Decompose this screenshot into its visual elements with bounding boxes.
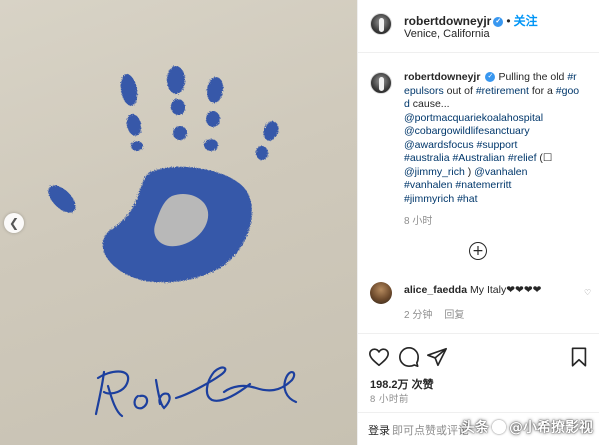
watermark-badge-icon <box>492 420 506 434</box>
caption-text-segment: cause... <box>412 98 450 110</box>
caption-text-segment: (☐ <box>539 152 553 164</box>
comment-body: alice_faedda My Italy❤❤❤❤ <box>404 284 584 296</box>
caption-tag-link[interactable]: @cobargowildlifesanctuary <box>404 125 530 137</box>
post-time[interactable]: 8 小时前 <box>370 391 409 405</box>
caption-tag-link[interactable]: #Australian <box>452 152 505 164</box>
reply-button[interactable]: 回复 <box>444 310 464 321</box>
caption-tag-link[interactable]: #australia <box>404 152 450 164</box>
caption-tag-link[interactable]: #hat <box>457 193 477 205</box>
comment-text: My Italy❤❤❤❤ <box>470 284 542 296</box>
action-icons <box>368 346 590 368</box>
separator-dot: • <box>506 14 511 28</box>
comment-like-icon[interactable]: ♡ <box>584 288 591 297</box>
load-more-comments-button[interactable]: + <box>469 242 487 260</box>
caption-tag-link[interactable]: @jimmy_rich <box>404 166 465 178</box>
comment-username[interactable]: alice_faedda <box>404 284 467 296</box>
caption-text-segment: ) <box>464 165 475 178</box>
caption-tag-link[interactable]: #relief <box>508 152 537 164</box>
caption-tag-link[interactable]: #jimmyrich <box>404 193 454 205</box>
follow-button[interactable]: 关注 <box>514 14 538 28</box>
caption-tag-link[interactable]: @vanhalen <box>474 166 527 178</box>
chevron-left-icon[interactable]: ❮ <box>4 213 24 233</box>
verified-badge-icon: ✓ <box>485 72 496 83</box>
caption-username[interactable]: robertdowneyjr <box>404 71 480 83</box>
share-icon[interactable] <box>426 346 448 368</box>
caption-tag-link[interactable]: #vanhalen <box>404 179 452 191</box>
bookmark-icon[interactable] <box>568 346 590 368</box>
handprint <box>48 66 279 283</box>
comment-meta: 2 分钟 回复 <box>404 306 464 321</box>
login-link[interactable]: 登录 <box>368 422 390 438</box>
caption-tag-link[interactable]: #support <box>477 139 518 151</box>
comment-time: 2 分钟 <box>404 310 433 321</box>
avatar[interactable] <box>370 72 392 94</box>
header-user-line: robertdowneyjr ✓ • 关注 <box>404 12 538 29</box>
caption-text-segment: for a <box>528 84 556 97</box>
username-link[interactable]: robertdowneyjr <box>404 14 491 28</box>
post-header: robertdowneyjr ✓ • 关注 Venice, California <box>358 0 599 53</box>
watermark: 头条 @小希撩影视 <box>461 417 593 437</box>
caption-time: 8 小时 <box>404 216 433 227</box>
caption-text-segment: out of <box>443 84 476 97</box>
watermark-handle: @小希撩影视 <box>509 420 593 436</box>
avatar[interactable] <box>370 13 392 35</box>
verified-badge-icon: ✓ <box>493 16 504 27</box>
caption-tag-link[interactable]: @portmacquariekoalahospital <box>404 112 543 124</box>
like-count[interactable]: 198.2万 次赞 <box>370 376 434 392</box>
signature-scribble <box>94 366 298 418</box>
caption-tag-link[interactable]: #retirement <box>476 85 529 97</box>
caption-tag-link[interactable]: #natemerritt <box>455 179 511 191</box>
avatar[interactable] <box>370 282 392 304</box>
heart-icon[interactable] <box>368 346 390 368</box>
caption-text-segment: Pulling the old <box>498 71 568 83</box>
watermark-prefix: 头条 <box>461 420 489 436</box>
location-link[interactable]: Venice, California <box>404 28 490 40</box>
login-prompt-text: 即可点赞或评论 <box>392 425 469 437</box>
post-photo[interactable]: ❮ <box>0 0 357 445</box>
caption-text: robertdowneyjr ✓ Pulling the old #repulsor… <box>404 71 580 206</box>
handprint-image <box>48 66 298 418</box>
post-side-panel: robertdowneyjr ✓ • 关注 Venice, California ro… <box>357 0 599 445</box>
plus-circle-icon: + <box>472 243 484 259</box>
comment-icon[interactable] <box>398 346 420 368</box>
caption-tag-link[interactable]: @awardsfocus <box>404 139 474 151</box>
caption-body: robertdowneyjr ✓ Pulling the old #repulsor… <box>404 71 580 229</box>
